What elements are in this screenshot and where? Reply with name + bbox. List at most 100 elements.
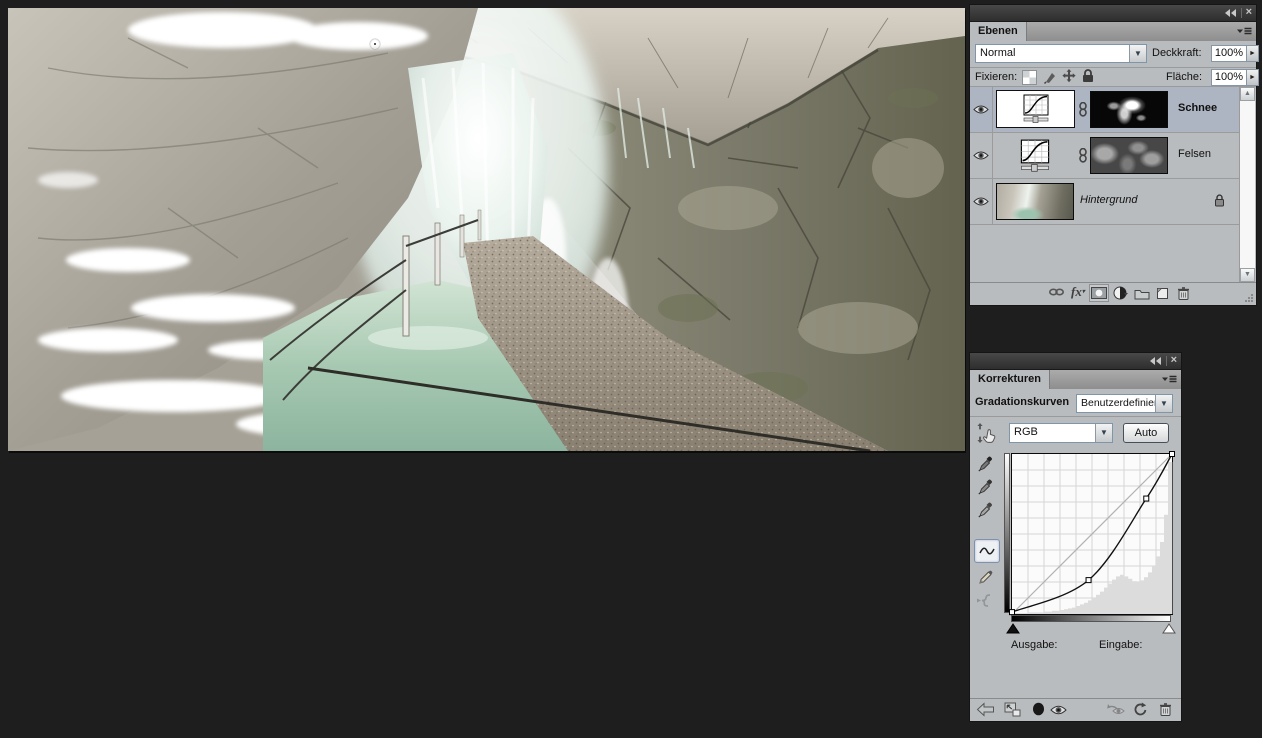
layers-panel-body: Normal ▼ Deckkraft: 100% ► Fixieren: Flä… bbox=[970, 41, 1256, 305]
panel-menu-icon[interactable] bbox=[1236, 27, 1252, 36]
opacity-value[interactable]: 100% bbox=[1211, 45, 1247, 62]
curves-graph[interactable] bbox=[1011, 453, 1173, 615]
lock-paint-icon[interactable] bbox=[1043, 69, 1057, 84]
delete-layer-trash-icon[interactable] bbox=[1176, 286, 1191, 301]
layer-row-hintergrund[interactable]: Hintergrund bbox=[970, 179, 1240, 225]
chevron-down-icon[interactable]: ▼ bbox=[1095, 424, 1112, 442]
curve-squiggle-icon bbox=[978, 545, 996, 557]
blend-mode-select[interactable]: Normal ▼ bbox=[975, 44, 1147, 63]
expanded-view-icon[interactable] bbox=[1004, 702, 1021, 717]
layer-name[interactable]: Felsen bbox=[1178, 148, 1211, 160]
document-canvas[interactable] bbox=[8, 8, 965, 451]
fill-value[interactable]: 100% bbox=[1211, 69, 1247, 86]
new-adjustment-layer-icon[interactable] bbox=[1113, 286, 1133, 301]
link-mask-icon[interactable] bbox=[1078, 148, 1088, 163]
curves-adjustment-thumbnail[interactable] bbox=[1018, 139, 1052, 173]
collapse-panels-icon[interactable] bbox=[1149, 356, 1162, 366]
black-point-eyedropper-icon[interactable] bbox=[978, 455, 995, 472]
adjustments-panel-body: Gradationskurven Benutzerdefiniert ▼ RGB… bbox=[970, 389, 1181, 721]
fill-spinner-icon[interactable]: ► bbox=[1246, 69, 1259, 86]
lock-label: Fixieren: bbox=[975, 71, 1017, 83]
layer-row-felsen[interactable]: Felsen bbox=[970, 133, 1240, 179]
link-layers-icon[interactable] bbox=[1048, 286, 1065, 298]
layer-name[interactable]: Hintergrund bbox=[1080, 194, 1137, 206]
white-input-slider[interactable] bbox=[1162, 623, 1176, 634]
tab-korrekturen[interactable]: Korrekturen bbox=[970, 370, 1050, 389]
layer-locked-icon bbox=[1214, 194, 1225, 207]
adjustment-title: Gradationskurven bbox=[975, 396, 1069, 408]
output-gradient-bar bbox=[1004, 453, 1010, 613]
targeted-adjustment-tool-icon[interactable] bbox=[976, 422, 1000, 444]
toggle-visibility-eye-icon[interactable] bbox=[1050, 704, 1067, 716]
adjustments-panel: × Korrekturen Gradationskurven Benutzerd… bbox=[969, 352, 1182, 722]
layers-bottom-bar: fx▾ bbox=[970, 282, 1256, 305]
divider bbox=[970, 67, 1256, 68]
curves-adjustment-thumbnail[interactable] bbox=[996, 90, 1075, 128]
auto-button[interactable]: Auto bbox=[1123, 423, 1169, 443]
layers-scrollbar[interactable]: ▲ ▼ bbox=[1239, 87, 1255, 282]
tab-ebenen[interactable]: Ebenen bbox=[970, 22, 1027, 41]
opacity-spinner-icon[interactable]: ► bbox=[1246, 45, 1259, 62]
curves-thumbnail-icon bbox=[1021, 94, 1051, 124]
layer-mask-thumbnail[interactable] bbox=[1090, 137, 1168, 174]
add-layer-mask-icon[interactable] bbox=[1089, 284, 1109, 302]
adjustments-bottom-bar bbox=[970, 698, 1181, 721]
eye-icon bbox=[973, 104, 989, 115]
scroll-down-icon[interactable]: ▼ bbox=[1240, 268, 1255, 282]
layers-tab-bar: Ebenen bbox=[970, 22, 1256, 42]
layer-row-schnee[interactable]: Schnee bbox=[970, 87, 1240, 133]
lock-transparency-icon[interactable] bbox=[1022, 70, 1037, 85]
channel-select[interactable]: RGB ▼ bbox=[1009, 423, 1113, 443]
divider bbox=[970, 416, 1181, 417]
reset-adjustment-icon[interactable] bbox=[1132, 702, 1147, 717]
layers-dock-bar: × bbox=[970, 5, 1256, 22]
scroll-up-icon[interactable]: ▲ bbox=[1240, 87, 1255, 101]
photoshop-workspace: × Ebenen Normal ▼ Deckkraft: 100% ► Fixi… bbox=[0, 0, 1262, 738]
link-mask-icon[interactable] bbox=[1078, 102, 1088, 117]
close-panel-icon[interactable]: × bbox=[1171, 355, 1177, 366]
lock-all-icon[interactable] bbox=[1082, 69, 1094, 83]
layer-style-fx-icon[interactable]: fx▾ bbox=[1071, 285, 1085, 299]
delete-adjustment-trash-icon[interactable] bbox=[1158, 702, 1173, 717]
black-input-slider[interactable] bbox=[1006, 623, 1020, 634]
white-point-eyedropper-icon[interactable] bbox=[978, 501, 995, 518]
panel-menu-icon[interactable] bbox=[1161, 375, 1177, 384]
layers-panel: × Ebenen Normal ▼ Deckkraft: 100% ► Fixi… bbox=[969, 4, 1257, 306]
view-previous-state-eye-icon[interactable] bbox=[1107, 703, 1127, 716]
chevron-down-icon[interactable]: ▼ bbox=[1155, 395, 1172, 412]
collapse-panels-icon[interactable] bbox=[1224, 8, 1237, 18]
lock-position-icon[interactable] bbox=[1062, 69, 1076, 83]
eye-icon bbox=[973, 150, 989, 161]
smooth-curve-icon[interactable] bbox=[976, 593, 994, 608]
input-label: Eingabe: bbox=[1099, 639, 1142, 651]
opacity-label: Deckkraft: bbox=[1152, 47, 1202, 59]
preset-value: Benutzerdefiniert bbox=[1077, 395, 1155, 412]
adjustments-tab-bar: Korrekturen bbox=[970, 370, 1181, 390]
new-layer-icon[interactable] bbox=[1155, 286, 1170, 300]
output-label: Ausgabe: bbox=[1011, 639, 1057, 651]
eye-icon bbox=[973, 196, 989, 207]
visibility-toggle[interactable] bbox=[970, 133, 993, 178]
preset-select[interactable]: Benutzerdefiniert ▼ bbox=[1076, 394, 1173, 413]
layer-mask-thumbnail[interactable] bbox=[1090, 91, 1168, 128]
gorge-photo bbox=[8, 8, 965, 451]
channel-value: RGB bbox=[1010, 424, 1095, 442]
visibility-toggle[interactable] bbox=[970, 179, 993, 224]
chevron-down-icon[interactable]: ▼ bbox=[1129, 45, 1146, 62]
close-panel-icon[interactable]: × bbox=[1246, 7, 1252, 18]
background-layer-thumbnail[interactable] bbox=[996, 183, 1074, 220]
layer-name[interactable]: Schnee bbox=[1178, 102, 1217, 114]
visibility-toggle[interactable] bbox=[970, 87, 993, 132]
clip-to-layer-icon[interactable] bbox=[1032, 702, 1045, 716]
divider bbox=[1166, 356, 1167, 366]
blend-mode-value: Normal bbox=[976, 45, 1129, 62]
draw-curve-pencil-icon[interactable] bbox=[978, 569, 994, 585]
adjustments-dock-bar: × bbox=[970, 353, 1181, 370]
new-group-icon[interactable] bbox=[1134, 286, 1150, 300]
gray-point-eyedropper-icon[interactable] bbox=[978, 478, 995, 495]
panel-resize-grip[interactable] bbox=[1244, 293, 1254, 303]
return-to-adjustment-list-icon[interactable] bbox=[976, 702, 995, 717]
input-gradient-bar bbox=[1011, 615, 1171, 622]
edit-points-tool-button[interactable] bbox=[974, 539, 1000, 563]
divider bbox=[1241, 8, 1242, 18]
